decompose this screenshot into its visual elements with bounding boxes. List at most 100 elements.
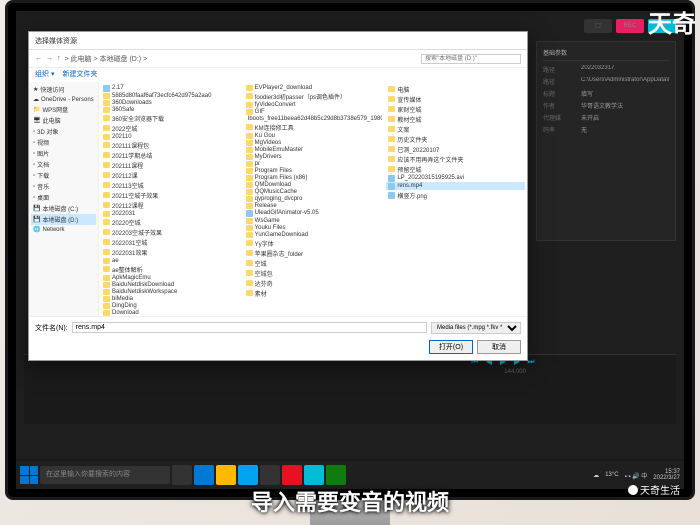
file-item[interactable]: 苹果圈杂志_folder: [244, 248, 383, 258]
file-item[interactable]: QQMusicCache: [244, 188, 383, 195]
file-item[interactable]: 360Safe: [101, 106, 240, 113]
nav-back-icon[interactable]: ←: [35, 55, 42, 62]
file-item[interactable]: pr: [244, 160, 383, 167]
sidebar-item[interactable]: 🖥 此电脑: [31, 115, 96, 126]
file-item[interactable]: Ku Gou: [244, 132, 383, 139]
file-item[interactable]: GIF: [244, 108, 383, 115]
file-item[interactable]: Program Files (x86): [244, 174, 383, 181]
sidebar-item[interactable]: 💾 本地磁盘 (C:): [31, 203, 96, 214]
file-item[interactable]: KM连接修工具: [244, 122, 383, 132]
file-item[interactable]: 202111课程包: [101, 140, 240, 150]
sidebar-item[interactable]: ▫ 3D 对象: [31, 126, 96, 137]
sidebar-item[interactable]: ▫ 音乐: [31, 181, 96, 192]
file-item[interactable]: 应该不用再弄这个文件夹: [386, 154, 525, 164]
cancel-button[interactable]: 取消: [477, 340, 521, 354]
task-icon[interactable]: [326, 465, 346, 485]
sidebar-item[interactable]: ▫ 文档: [31, 159, 96, 170]
file-item[interactable]: Youku Files: [244, 224, 383, 231]
file-item[interactable]: 达芬奇: [244, 278, 383, 288]
task-icon[interactable]: [216, 465, 236, 485]
start-button[interactable]: [20, 466, 38, 484]
file-item[interactable]: 202112课: [101, 170, 240, 180]
file-item[interactable]: LP_20220315195925.avi: [386, 174, 525, 182]
file-item[interactable]: 空城: [244, 258, 383, 268]
sidebar-item[interactable]: ▫ 视频: [31, 137, 96, 148]
file-item[interactable]: 预留空城: [386, 164, 525, 174]
file-item[interactable]: 宣传媒体: [386, 94, 525, 104]
nav-fwd-icon[interactable]: →: [46, 55, 53, 62]
timeline[interactable]: ⏮ ◀ ▶ ▶ ⏭ 144,000: [24, 354, 676, 424]
weather-icon[interactable]: ☁: [593, 472, 599, 479]
taskbar-search[interactable]: 在这里输入你要搜索的内容: [40, 466, 170, 484]
file-item[interactable]: Iboots_free11beea62d48b5c29d8b3738e579_1…: [244, 115, 383, 122]
sidebar-item[interactable]: ▫ 桌面: [31, 192, 96, 203]
organize-menu[interactable]: 组织 ▾: [35, 69, 54, 81]
file-item[interactable]: 历史文件夹: [386, 134, 525, 144]
file-item[interactable]: qyproging_dvcpro: [244, 195, 383, 202]
file-item[interactable]: biMedia: [101, 295, 240, 302]
record-button[interactable]: REC: [616, 19, 644, 33]
file-item[interactable]: 2.17: [101, 84, 240, 92]
file-item[interactable]: ae: [101, 257, 240, 264]
file-item[interactable]: 素材: [244, 288, 383, 298]
file-item[interactable]: fyVideoConvert: [244, 101, 383, 108]
file-item[interactable]: BaiduNetdiskWorkspace: [101, 288, 240, 295]
file-item[interactable]: 2022031空城: [101, 237, 240, 247]
file-item[interactable]: 文案: [386, 124, 525, 134]
file-item[interactable]: 360安全浏览器下载: [101, 113, 240, 123]
file-item[interactable]: Release: [244, 202, 383, 209]
file-item[interactable]: MobileEmuMaster: [244, 146, 383, 153]
file-item[interactable]: 2022空城: [101, 123, 240, 133]
new-folder-button[interactable]: 新建文件夹: [62, 69, 97, 81]
tray-icons[interactable]: ▪ ▪ 🔊 中: [625, 471, 648, 480]
file-item[interactable]: DingDing: [101, 302, 240, 309]
file-item[interactable]: Yy字体: [244, 238, 383, 248]
sidebar-item[interactable]: 📁 WPS网盘: [31, 104, 96, 115]
sidebar-item[interactable]: ☁ OneDrive - Persons: [31, 95, 96, 104]
file-item[interactable]: YunGameDownload: [244, 231, 383, 238]
sidebar-item[interactable]: ▫ 下载: [31, 170, 96, 181]
file-item[interactable]: foodier3d初passer（ps调色插件）: [244, 91, 383, 101]
file-item[interactable]: 电脑: [386, 84, 525, 94]
open-button[interactable]: 打开(O): [429, 340, 473, 354]
breadcrumb[interactable]: ← → ↑ > 此电脑 > 本地磁盘 (D:) >: [29, 50, 527, 68]
file-item[interactable]: WsGame: [244, 217, 383, 224]
file-item[interactable]: BaiduNetdiskDownload: [101, 281, 240, 288]
file-item[interactable]: EVPlayer2_download: [244, 84, 383, 91]
sidebar-item-selected[interactable]: 💾 本地磁盘 (D:): [31, 214, 96, 225]
file-item[interactable]: 202112课程: [101, 200, 240, 210]
task-icon[interactable]: [304, 465, 324, 485]
task-icon[interactable]: [238, 465, 258, 485]
task-icon[interactable]: [260, 465, 280, 485]
task-icon[interactable]: [194, 465, 214, 485]
file-item[interactable]: UleadGifAnimator-v5.05: [244, 209, 383, 217]
file-item[interactable]: QMDownload: [244, 181, 383, 188]
file-item-selected[interactable]: rens.mp4: [386, 182, 525, 190]
file-item[interactable]: Program Files: [244, 167, 383, 174]
search-input[interactable]: [421, 54, 521, 64]
file-item[interactable]: 横竖方.png: [386, 190, 525, 200]
nav-up-icon[interactable]: ↑: [57, 55, 61, 62]
top-button[interactable]: ⬚: [584, 19, 612, 33]
sidebar-item[interactable]: ▫ 图片: [31, 148, 96, 159]
file-item[interactable]: 202111课程: [101, 160, 240, 170]
file-item[interactable]: 202113空城: [101, 180, 240, 190]
file-item[interactable]: MgVideos: [244, 139, 383, 146]
sidebar-item[interactable]: 🌐 Network: [31, 225, 96, 234]
file-item[interactable]: 5885d80faaf6af73ecfc642d975a2aa0: [101, 92, 240, 99]
file-item[interactable]: 2022031: [101, 210, 240, 217]
file-item[interactable]: 2022031效果: [101, 247, 240, 257]
file-list[interactable]: 2.175885d80faaf6af73ecfc642d975a2aa0360D…: [99, 82, 527, 316]
file-item[interactable]: 360Downloads: [101, 99, 240, 106]
filetype-select[interactable]: Media files (*.mpg *.fkv *.mo...: [431, 322, 521, 334]
file-item[interactable]: 20211空城子效果: [101, 190, 240, 200]
file-item[interactable]: ApkMagicEmu: [101, 274, 240, 281]
sidebar-quick-access[interactable]: ★ 快速访问: [31, 84, 96, 95]
filename-input[interactable]: [72, 322, 427, 333]
file-item[interactable]: 教材空城: [386, 114, 525, 124]
task-icon[interactable]: [282, 465, 302, 485]
file-item[interactable]: 20211学期总结: [101, 150, 240, 160]
task-icon[interactable]: [172, 465, 192, 485]
system-tray[interactable]: ☁ 13°C ▪ ▪ 🔊 中 15:372022/3/27: [593, 469, 680, 481]
file-item[interactable]: 202203空城子效果: [101, 227, 240, 237]
